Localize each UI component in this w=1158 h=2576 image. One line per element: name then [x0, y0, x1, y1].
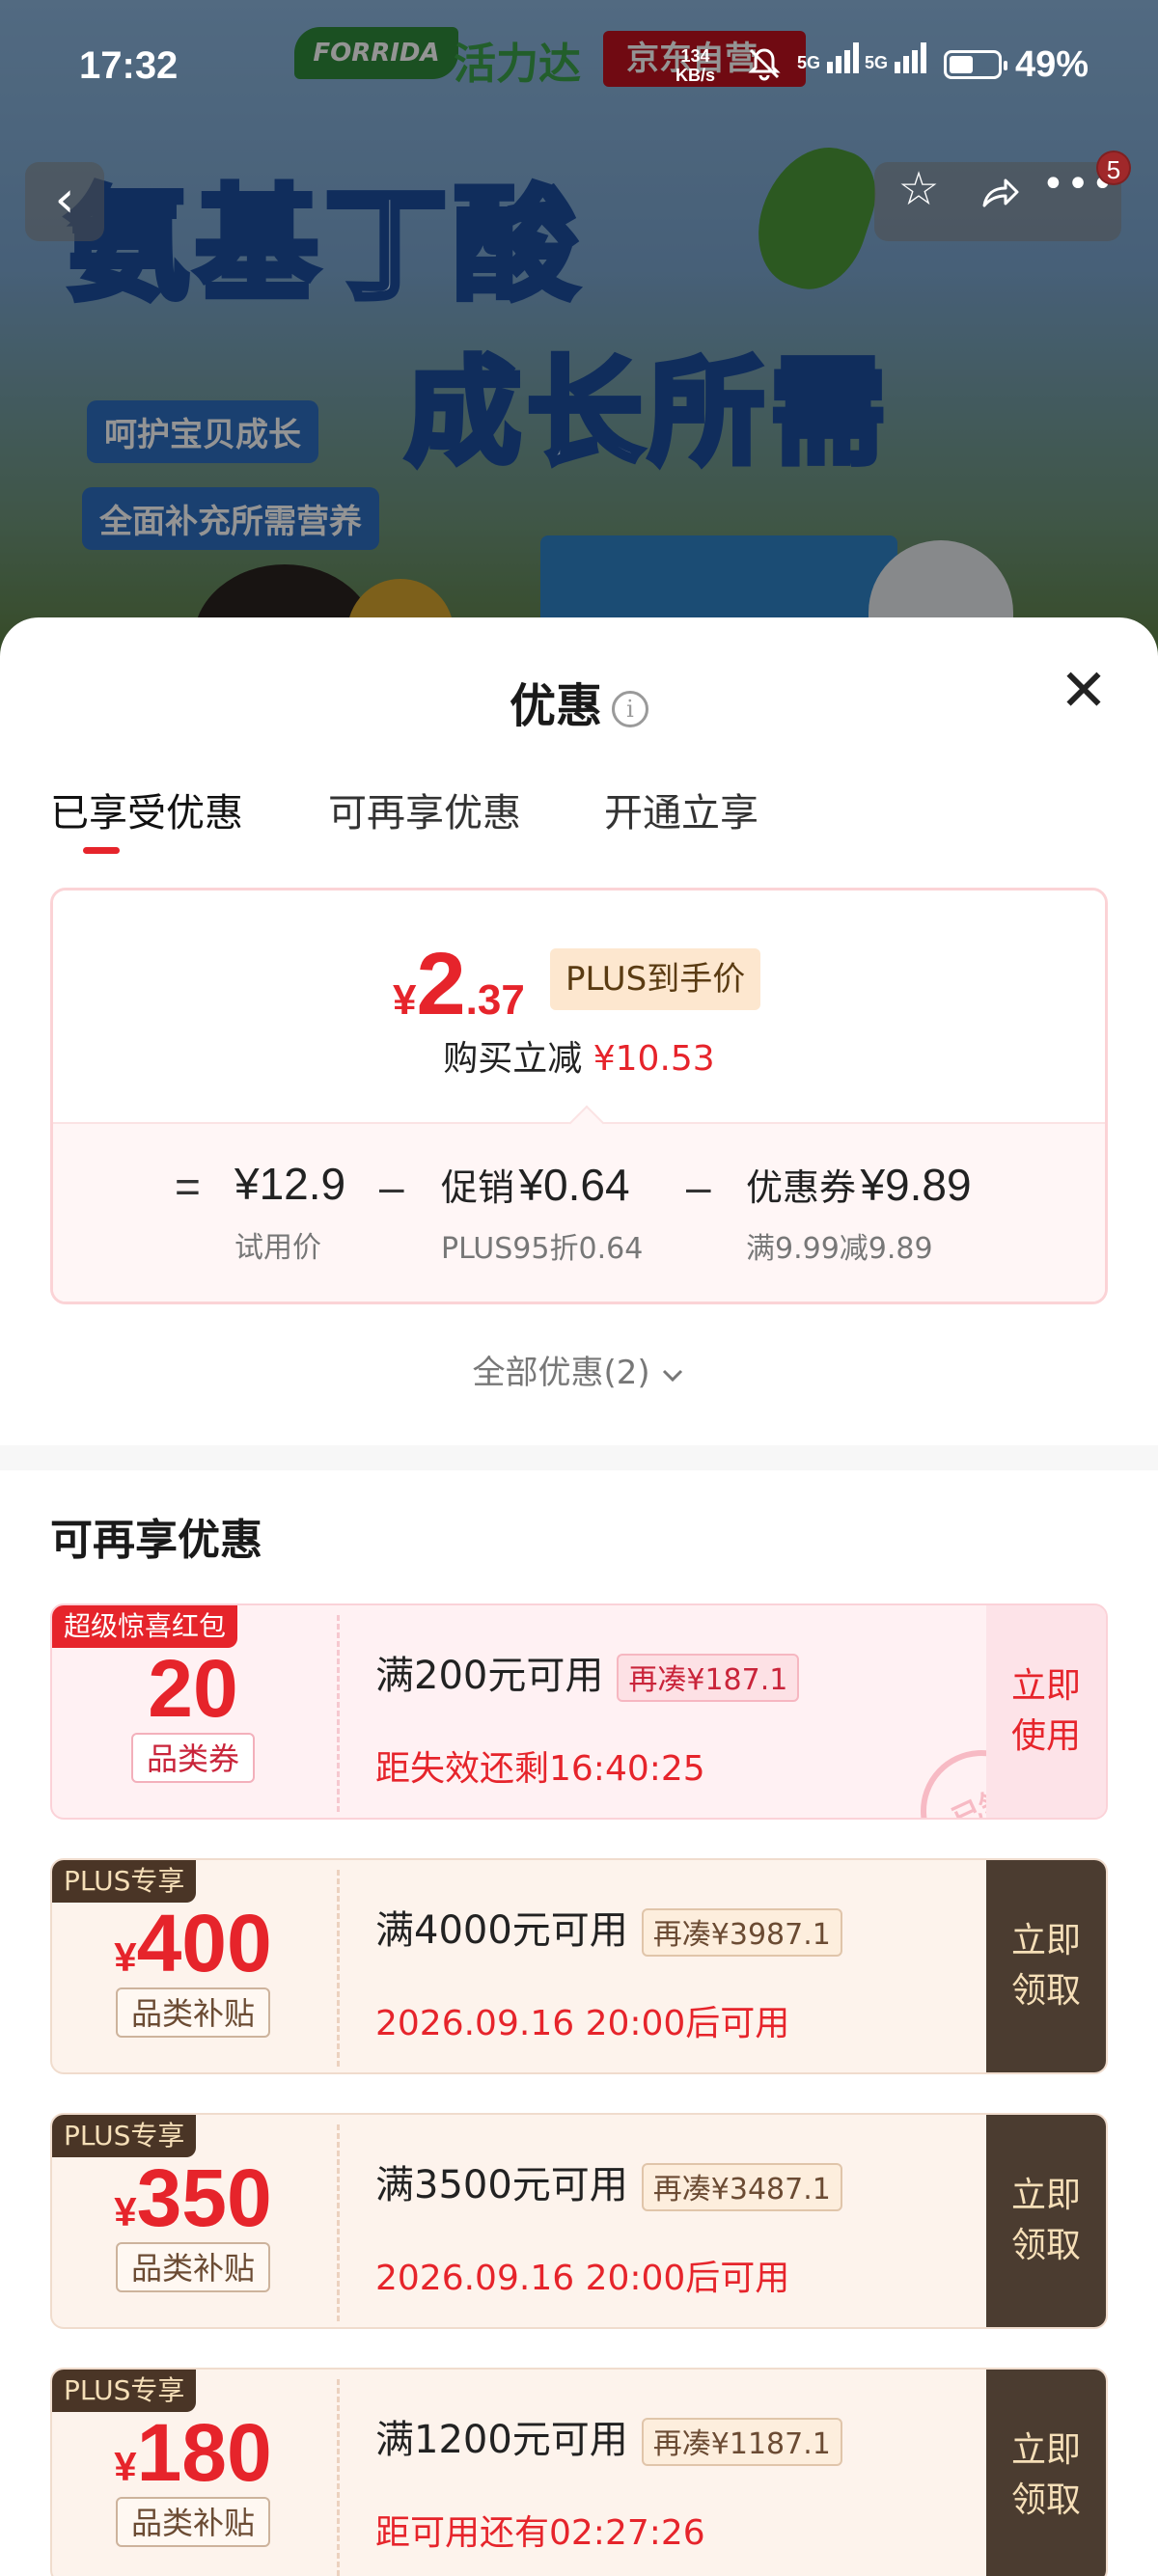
coupon-kind: 品类补贴 [115, 2497, 270, 2547]
status-bar: 17:32 134 KB/s 5G 5G 49% [0, 0, 1158, 135]
nav-actions: ☆ ••• 5 [874, 151, 1131, 241]
chevron-down-icon [660, 1354, 685, 1392]
minus-sign: – [379, 1162, 404, 1212]
coupon-time: 2026.09.16 20:00后可用 [375, 2004, 790, 2043]
net-speed-unit: KB/s [676, 66, 716, 85]
tab-enjoyed[interactable]: 已享受优惠 [50, 781, 243, 837]
coupon-time: 2026.09.16 20:00后可用 [375, 2259, 790, 2298]
promo-discount: 促销 ¥0.64 PLUS95折0.64 [441, 1160, 644, 1266]
favorite-button[interactable]: ☆ [880, 162, 957, 241]
coupon-need: 再凑¥1187.1 [641, 2418, 842, 2466]
coupon-amount: ¥400 [114, 1898, 272, 1988]
mute-icon [745, 44, 784, 92]
status-time: 17:32 [79, 44, 179, 87]
section-title: 可再享优惠 [50, 1516, 262, 1565]
battery-icon [944, 50, 1007, 79]
coupon-need: 再凑¥3487.1 [641, 2163, 842, 2211]
back-button[interactable]: ‹ [25, 162, 104, 241]
all-discounts-toggle[interactable]: 全部优惠(2) [0, 1346, 1158, 1393]
plus-price-tag: PLUS到手价 [550, 948, 761, 1010]
star-icon: ☆ [897, 162, 940, 216]
coupon-kind: 品类补贴 [115, 2242, 270, 2292]
signal-icon: 5G [865, 42, 929, 73]
coupon-time: 距失效还剩16:40:25 [375, 1749, 705, 1789]
price-card: ¥2.37 PLUS到手价 购买立减 ¥10.53 = ¥12.9 试用价 – … [50, 888, 1108, 1304]
coupon-kind: 品类补贴 [115, 1987, 270, 2038]
share-button[interactable] [961, 162, 1038, 241]
net-speed: 134 KB/s [676, 46, 715, 85]
instant-off: 购买立减 ¥10.53 [443, 1039, 715, 1079]
minus-sign: – [686, 1162, 711, 1212]
coupon-need: 再凑¥3987.1 [641, 1908, 842, 1957]
section-divider [0, 1445, 1158, 1470]
signal-icon: 5G [797, 42, 862, 73]
final-price: ¥2.37 [393, 935, 525, 1033]
price-breakdown: = ¥12.9 试用价 – 促销 ¥0.64 PLUS95折0.64 – 优惠券… [53, 1105, 1105, 1302]
coupon-card: 超级惊喜红包 20 品类券 满200元可用 再凑¥187.1 距失效还剩16:40… [50, 1603, 1108, 1820]
coupon-amount: 20 [148, 1643, 238, 1734]
close-button[interactable]: ✕ [1057, 662, 1111, 720]
coupon-kind: 品类券 [130, 1733, 255, 1783]
discount-sheet: 优惠 i ✕ 已享受优惠 可再享优惠 开通立享 ¥2.37 PLUS到手价 购买立… [0, 617, 1158, 2576]
coupon-card: PLUS专享 ¥180 品类补贴 满1200元可用 再凑¥1187.1 距可用还有… [50, 2368, 1108, 2576]
net-speed-value: 134 [680, 46, 710, 66]
tab-more[interactable]: 可再享优惠 [328, 781, 521, 837]
coupon-condition: 满4000元可用 再凑¥3987.1 [375, 1899, 842, 1957]
coupon-condition: 满1200元可用 再凑¥1187.1 [375, 2408, 842, 2466]
trial-price: ¥12.9 试用价 [234, 1159, 346, 1265]
sheet-title: 优惠 i [0, 668, 1158, 735]
coupon-amount: ¥350 [114, 2152, 272, 2243]
coupon-amount: ¥180 [114, 2407, 272, 2498]
info-icon[interactable]: i [612, 691, 648, 727]
equals-sign: = [175, 1162, 201, 1212]
coupon-need: 再凑¥187.1 [617, 1654, 800, 1702]
coupon-card: PLUS专享 ¥400 品类补贴 满4000元可用 再凑¥3987.1 2026.… [50, 1858, 1108, 2074]
chevron-left-icon: ‹ [54, 171, 75, 229]
tab-underline [83, 847, 120, 854]
tab-activate[interactable]: 开通立享 [604, 781, 758, 837]
coupon-card: PLUS专享 ¥350 品类补贴 满3500元可用 再凑¥3487.1 2026.… [50, 2113, 1108, 2329]
coupon-time: 距可用还有02:27:26 [375, 2513, 705, 2553]
coupon-discount: 优惠券 ¥9.89 满9.99减9.89 [746, 1160, 972, 1266]
claim-button[interactable]: 立即领取 [986, 2115, 1106, 2327]
coupon-condition: 满200元可用 再凑¥187.1 [375, 1644, 800, 1702]
notification-badge: 5 [1096, 151, 1131, 185]
claim-button[interactable]: 立即领取 [986, 2370, 1106, 2576]
coupon-condition: 满3500元可用 再凑¥3487.1 [375, 2153, 842, 2211]
claim-button[interactable]: 立即领取 [986, 1860, 1106, 2072]
use-now-button[interactable]: 立即使用 [986, 1605, 1106, 1818]
battery-percent: 49% [1015, 44, 1089, 85]
share-icon [977, 162, 1023, 216]
